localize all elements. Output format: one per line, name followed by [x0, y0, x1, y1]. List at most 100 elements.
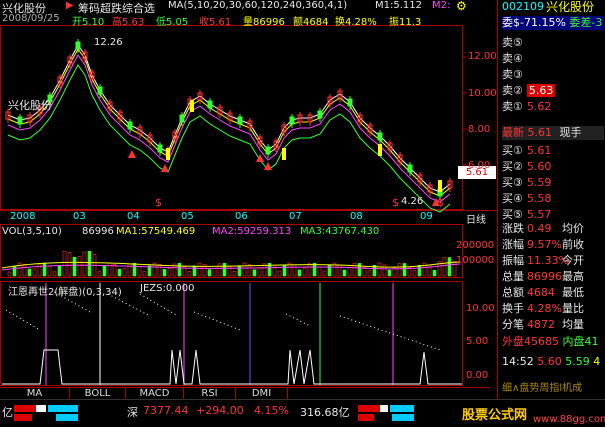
- site-url[interactable]: www.88gg.com: [533, 414, 605, 425]
- down-bar-4: [392, 414, 414, 421]
- outer-value: 45685: [524, 335, 559, 348]
- index-change: +294.00: [196, 404, 244, 417]
- volume-bar: [212, 267, 217, 277]
- volume-bar: [367, 270, 372, 277]
- stat-value: 4.28%: [527, 302, 562, 315]
- buy-signal-2: $: [392, 196, 399, 209]
- bid-row[interactable]: 买② 5.60: [502, 160, 604, 174]
- candle-body: [207, 100, 213, 109]
- stat-row: 涨跌 0.49 均价: [502, 222, 604, 236]
- buy-signal-3: $: [437, 196, 444, 209]
- volume-bar: [12, 265, 17, 277]
- volume-bar: [162, 269, 167, 277]
- volume-bar: [377, 262, 382, 277]
- indicator-dotline: [285, 313, 311, 327]
- volume-bar: [217, 263, 222, 277]
- gear-icon[interactable]: ⚙: [456, 0, 467, 13]
- volume-bar: [312, 263, 317, 277]
- status-bar: 亿 深 7377.44 +294.00 4.15% 316.68亿 股票公式网 …: [0, 399, 605, 427]
- volume-bar: [342, 269, 347, 277]
- volume-bar: [67, 252, 72, 277]
- ask-row[interactable]: 卖① 5.62: [502, 100, 604, 114]
- stat-label-2: 均价: [562, 222, 584, 235]
- vol-title: VOL(3,5,10): [2, 226, 62, 237]
- vol-ma2: MA2:59259.313: [212, 226, 292, 237]
- vol-ma1: MA1:57549.469: [116, 226, 196, 237]
- ask-label: 卖①: [502, 100, 523, 113]
- bid-price: 5.57: [526, 208, 552, 221]
- candle-body: [407, 164, 413, 173]
- arrow-icon[interactable]: ▶: [66, 0, 74, 11]
- date-tick: 06: [235, 211, 248, 222]
- scroll-ticker[interactable]: 细∧盘势周指l机成: [502, 382, 582, 396]
- daily-period-button[interactable]: 日线: [466, 211, 486, 226]
- down-bar-3: [390, 405, 414, 412]
- ohlc-turnover: 换4.28%: [335, 17, 377, 28]
- volume-bar: [292, 264, 297, 277]
- index-amount: 316.68亿: [300, 406, 350, 419]
- ohlc-close: 收5.61: [199, 17, 232, 28]
- volume-bar: [402, 263, 407, 277]
- down-bar-2: [56, 414, 78, 421]
- index-pct: 4.15%: [254, 404, 289, 417]
- buy-signal-1: $: [155, 196, 162, 209]
- candle-body: [97, 86, 103, 95]
- ask-row[interactable]: 卖② 5.63: [502, 84, 604, 98]
- ma-line-30: [7, 64, 451, 213]
- bid-label: 买①: [502, 144, 523, 157]
- volume-bar: [137, 266, 142, 277]
- ohlc-amount: 额4684: [293, 17, 329, 28]
- main-chart[interactable]: [0, 0, 497, 387]
- peak-label: 12.26: [94, 37, 123, 48]
- stat-row: 换手 4.28% 量比: [502, 302, 604, 316]
- candle-body: [17, 116, 23, 125]
- candle-body: [289, 116, 295, 125]
- index-value: 7377.44: [143, 404, 189, 417]
- ask-row[interactable]: 卖④: [502, 52, 604, 66]
- bid-row[interactable]: 买④ 5.58: [502, 192, 604, 206]
- bid-row[interactable]: 买① 5.61: [502, 144, 604, 158]
- date-tick: 2008: [10, 211, 36, 222]
- stat-row: 涨幅 9.57% 前收: [502, 238, 604, 252]
- volume-bar: [317, 266, 322, 277]
- index-name[interactable]: 深: [127, 404, 138, 420]
- date-tick: 07: [289, 211, 302, 222]
- ohlc-volume: 量86996: [243, 17, 285, 28]
- volume-bar: [82, 251, 87, 277]
- bid-row[interactable]: 买⑤ 5.57: [502, 208, 604, 222]
- signal-bar: [378, 144, 382, 156]
- volume-bar: [347, 267, 352, 277]
- vol-value: 86996: [82, 226, 114, 237]
- bid-price: 5.59: [526, 176, 552, 189]
- ma-line-5: [7, 44, 451, 193]
- price-tick: 8.00: [468, 124, 491, 135]
- signal-bar: [282, 148, 286, 160]
- candle-body: [347, 98, 353, 107]
- volume-bar: [107, 262, 112, 277]
- ma-line-20: [7, 54, 451, 203]
- volume-bar: [272, 266, 277, 277]
- volume-bar: [87, 250, 92, 277]
- low-label: 4.26: [401, 196, 424, 207]
- volume-bar: [77, 256, 82, 277]
- ask-row[interactable]: 卖⑤: [502, 36, 604, 50]
- flat-bar: [36, 405, 46, 412]
- inner-value: 41: [584, 335, 599, 348]
- date-tick: 08: [350, 211, 363, 222]
- ask-label: 卖②: [502, 84, 523, 97]
- ask-row[interactable]: 卖③: [502, 68, 604, 82]
- stat-value: 4872: [527, 318, 555, 331]
- bid-row[interactable]: 买③ 5.59: [502, 176, 604, 190]
- bid-label: 买③: [502, 176, 523, 189]
- down-bar: [48, 405, 78, 412]
- status-unit-left: 亿: [2, 406, 13, 419]
- tick-row: 14:52 5.60 5.59 4: [502, 355, 600, 369]
- ohlc-high: 高5.63: [112, 17, 145, 28]
- up-bar-4: [358, 414, 374, 421]
- flat-bar-3: [380, 405, 388, 412]
- volume-bar: [47, 266, 52, 277]
- date-tick: 04: [127, 211, 140, 222]
- up-bar-2: [14, 414, 32, 421]
- volume-bar: [62, 250, 67, 277]
- stat-label: 分笔: [502, 318, 524, 331]
